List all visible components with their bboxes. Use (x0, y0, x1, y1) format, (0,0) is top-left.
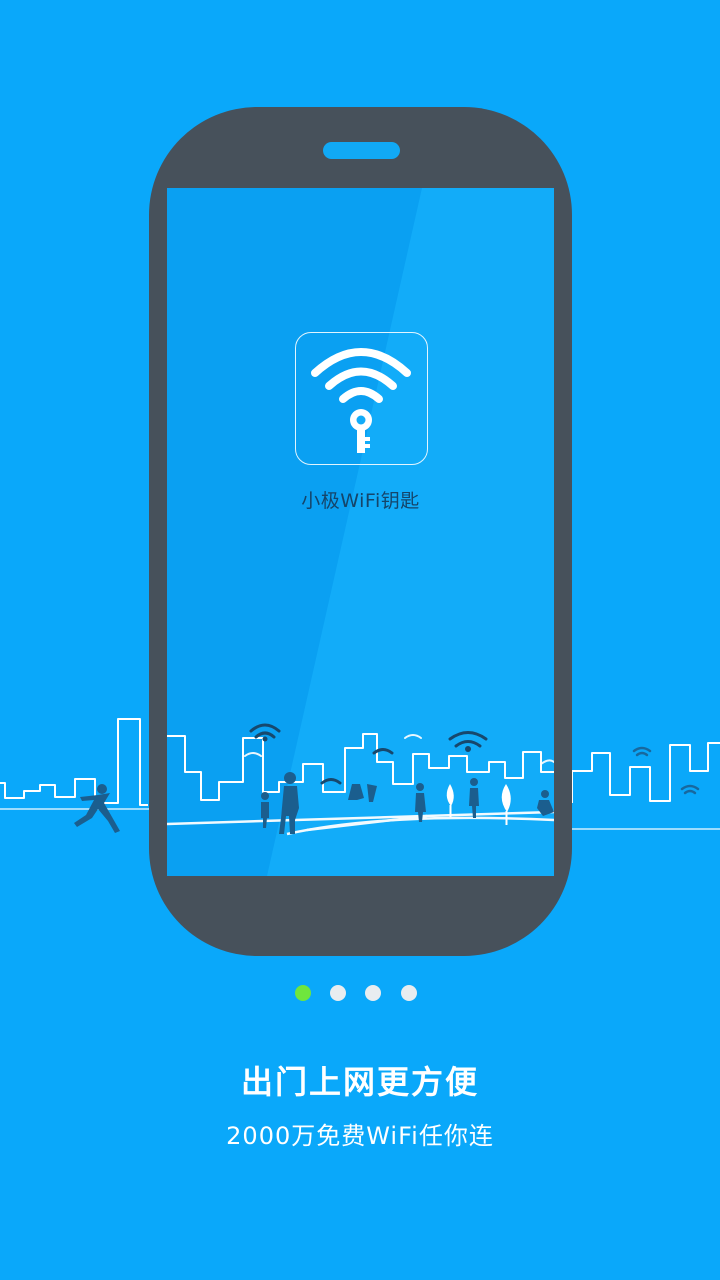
page-dot-2[interactable] (330, 985, 346, 1001)
screen-city-illustration (167, 723, 554, 836)
onboarding-subtitle: 2000万免费WiFi任你连 (226, 1122, 494, 1150)
page-dot-1[interactable] (295, 985, 311, 1001)
wifi-key-icon (295, 332, 428, 465)
page-dot-4[interactable] (401, 985, 417, 1001)
page-dot-3[interactable] (365, 985, 381, 1001)
onboarding-title: 出门上网更方便 (240, 1063, 479, 1101)
phone-screen: 小极WiFi钥匙 (167, 188, 554, 876)
phone-illustration: 小极WiFi钥匙 (149, 107, 572, 956)
phone-speaker (323, 142, 400, 159)
wifi-key-glyph (311, 348, 411, 453)
app-name-label: 小极WiFi钥匙 (301, 490, 420, 512)
page-indicator (287, 985, 437, 1003)
